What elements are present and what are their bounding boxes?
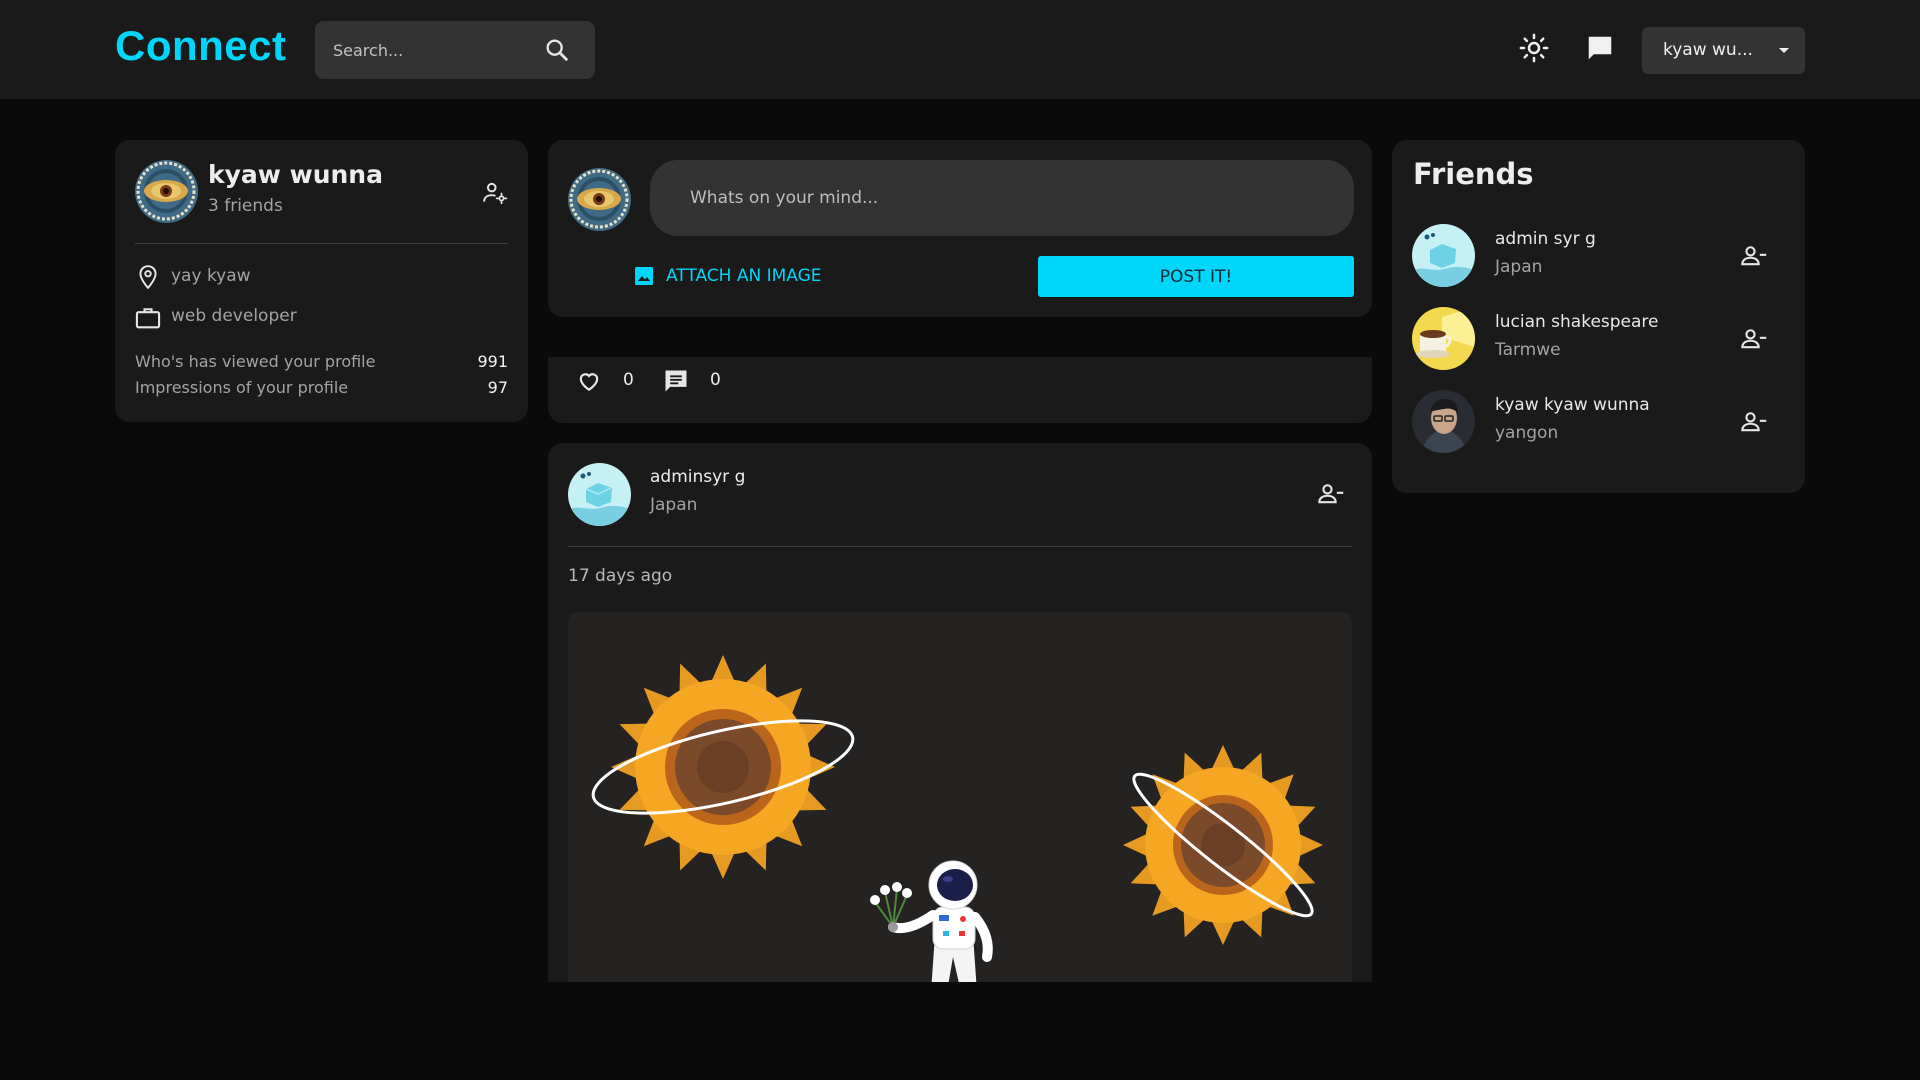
profile-divider	[135, 243, 508, 244]
remove-friend-icon[interactable]	[1740, 325, 1768, 353]
profile-occupation: web developer	[171, 306, 297, 326]
search-input[interactable]	[315, 21, 545, 79]
friend-name[interactable]: admin syr g	[1495, 229, 1596, 249]
profile-location: yay kyaw	[171, 266, 251, 286]
like-icon[interactable]	[576, 368, 602, 394]
post-author-avatar[interactable]	[568, 463, 631, 526]
friend-item[interactable]: kyaw kyaw wunna yangon	[1412, 390, 1792, 454]
image-icon	[635, 267, 653, 285]
previous-post-card: 0 0	[548, 357, 1372, 423]
stat-value: 991	[477, 352, 508, 371]
remove-friend-icon[interactable]	[1740, 242, 1768, 270]
app-logo[interactable]: Connect	[115, 22, 287, 70]
friend-item[interactable]: lucian shakespeare Tarmwe	[1412, 307, 1792, 371]
message-icon[interactable]	[1585, 33, 1615, 63]
friend-location: Japan	[1495, 257, 1543, 277]
friend-avatar[interactable]	[1412, 307, 1475, 370]
comment-count: 0	[710, 370, 721, 390]
profile-avatar[interactable]	[135, 160, 198, 223]
search-box	[315, 21, 595, 79]
friend-avatar[interactable]	[1412, 390, 1475, 453]
light-mode-icon[interactable]	[1519, 33, 1549, 63]
search-icon[interactable]	[543, 36, 571, 64]
stat-value: 97	[487, 378, 508, 397]
like-count: 0	[623, 370, 634, 390]
friend-item[interactable]: admin syr g Japan	[1412, 224, 1792, 288]
friends-title: Friends	[1413, 157, 1534, 191]
user-menu-select[interactable]: kyaw wu...	[1642, 27, 1805, 74]
user-menu-name: kyaw wu...	[1663, 40, 1753, 60]
friend-name[interactable]: kyaw kyaw wunna	[1495, 395, 1650, 415]
manage-account-icon[interactable]	[482, 180, 508, 206]
top-navbar: Connect kyaw wu...	[0, 0, 1920, 99]
post-divider	[568, 546, 1352, 547]
stat-label: Who's has viewed your profile	[135, 352, 376, 371]
post-card: adminsyr g Japan 17 days ago	[548, 443, 1372, 982]
post-author-location: Japan	[650, 495, 698, 515]
post-button[interactable]: POST IT!	[1038, 256, 1354, 297]
profile-name[interactable]: kyaw wunna	[208, 160, 383, 189]
friend-location: Tarmwe	[1495, 340, 1561, 360]
post-image[interactable]	[568, 612, 1352, 982]
remove-friend-icon[interactable]	[1317, 480, 1345, 508]
friend-avatar[interactable]	[1412, 224, 1475, 287]
briefcase-icon	[135, 308, 161, 329]
friend-name[interactable]: lucian shakespeare	[1495, 312, 1659, 332]
friend-location: yangon	[1495, 423, 1559, 443]
attach-image-label: ATTACH AN IMAGE	[666, 266, 822, 286]
chevron-down-icon	[1779, 48, 1789, 53]
attach-image-button[interactable]: ATTACH AN IMAGE	[632, 264, 822, 288]
profile-card: kyaw wunna 3 friends yay kyaw web develo…	[115, 140, 528, 422]
location-icon	[139, 265, 157, 290]
composer-avatar[interactable]	[568, 168, 631, 231]
stat-label: Impressions of your profile	[135, 378, 349, 397]
post-text-input[interactable]	[650, 160, 1354, 236]
post-timestamp: 17 days ago	[568, 566, 673, 586]
profile-friends-count: 3 friends	[208, 196, 283, 216]
post-composer-card: ATTACH AN IMAGE POST IT!	[548, 140, 1372, 317]
post-author-name[interactable]: adminsyr g	[650, 467, 745, 487]
comment-icon[interactable]	[662, 367, 690, 395]
friends-card: Friends admin syr g Japan lucian shakesp…	[1392, 140, 1805, 493]
remove-friend-icon[interactable]	[1740, 408, 1768, 436]
